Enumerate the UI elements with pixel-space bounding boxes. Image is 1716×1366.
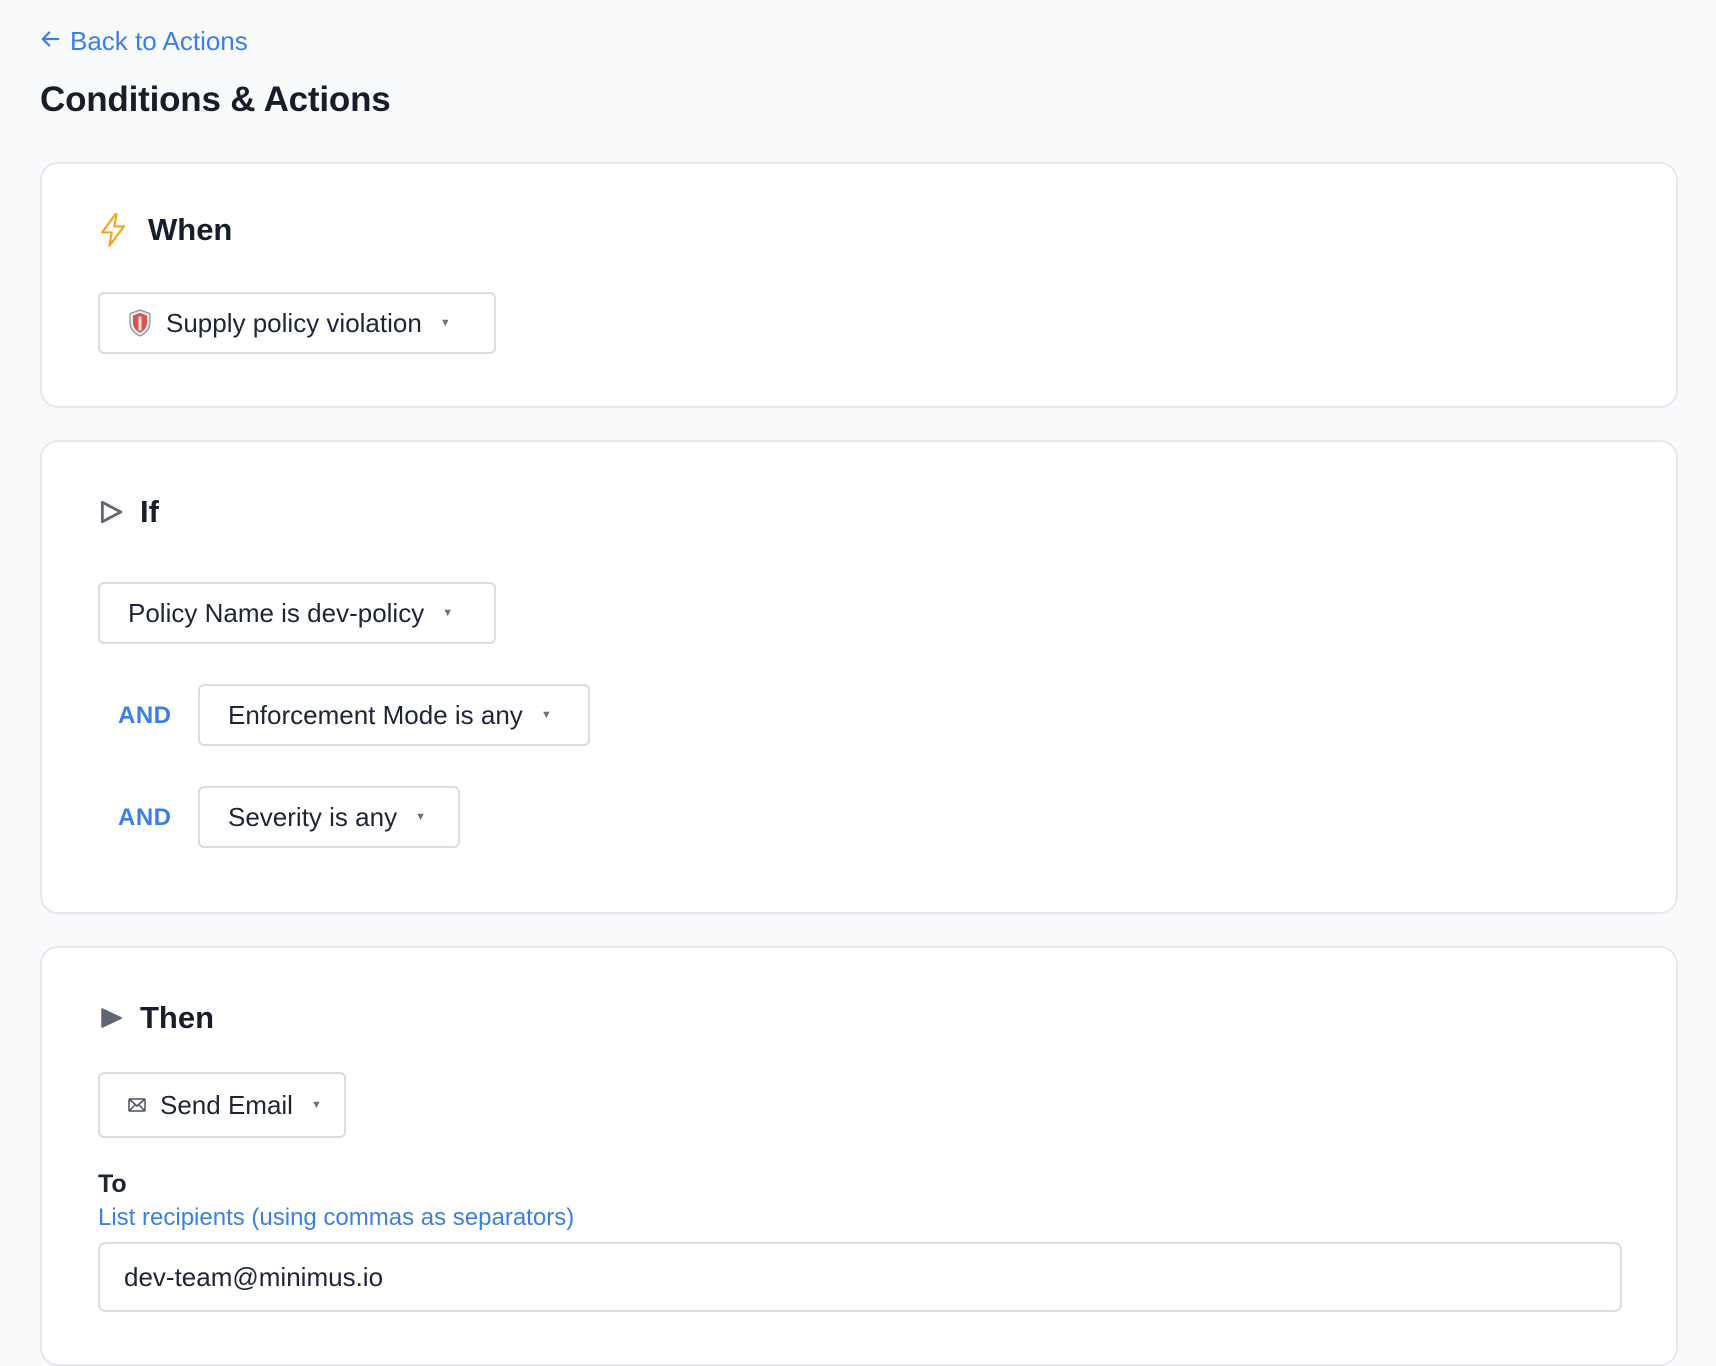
envelope-icon	[128, 1098, 146, 1112]
if-heading: If	[140, 494, 159, 529]
caret-down-icon: ▼	[415, 811, 426, 823]
action-select-value: Send Email	[160, 1089, 293, 1120]
condition-value: Enforcement Mode is any	[228, 699, 523, 730]
and-connector: AND	[118, 702, 172, 729]
condition-select-enforcement-mode[interactable]: Enforcement Mode is any ▼	[198, 684, 590, 746]
play-filled-icon	[98, 1005, 124, 1031]
action-select[interactable]: Send Email ▼	[98, 1072, 346, 1138]
condition-value: Severity is any	[228, 801, 398, 832]
shield-icon	[128, 309, 152, 337]
caret-down-icon: ▼	[310, 1099, 322, 1111]
to-field-label: To	[98, 1170, 127, 1198]
to-email-input[interactable]	[98, 1242, 1622, 1312]
when-card: When Supply policy violation ▼	[40, 162, 1678, 408]
caret-down-icon: ▼	[540, 709, 552, 721]
lightning-icon	[98, 213, 128, 247]
play-outline-icon	[98, 499, 124, 525]
then-heading: Then	[140, 1000, 215, 1035]
condition-value: Policy Name is dev-policy	[128, 597, 425, 628]
condition-select-policy-name[interactable]: Policy Name is dev-policy ▼	[98, 582, 496, 644]
condition-select-severity[interactable]: Severity is any ▼	[198, 786, 460, 848]
arrow-left-icon	[40, 26, 62, 57]
back-to-actions-link[interactable]: Back to Actions	[40, 26, 248, 57]
back-to-actions-label: Back to Actions	[70, 26, 248, 56]
to-field-hint: List recipients (using commas as separat…	[98, 1204, 575, 1231]
then-card: Then Send Email ▼ To List recipients (us…	[40, 946, 1678, 1366]
trigger-select-value: Supply policy violation	[166, 307, 422, 338]
caret-down-icon: ▼	[439, 317, 451, 329]
if-card: If Policy Name is dev-policy ▼ AND Enfor…	[40, 440, 1678, 914]
then-header: Then	[98, 1000, 214, 1036]
if-header: If	[98, 494, 159, 530]
trigger-select[interactable]: Supply policy violation ▼	[98, 292, 496, 354]
and-connector: AND	[118, 804, 172, 831]
page-title: Conditions & Actions	[40, 80, 391, 119]
when-heading: When	[148, 212, 233, 247]
when-header: When	[98, 212, 232, 248]
caret-down-icon: ▼	[442, 607, 454, 619]
